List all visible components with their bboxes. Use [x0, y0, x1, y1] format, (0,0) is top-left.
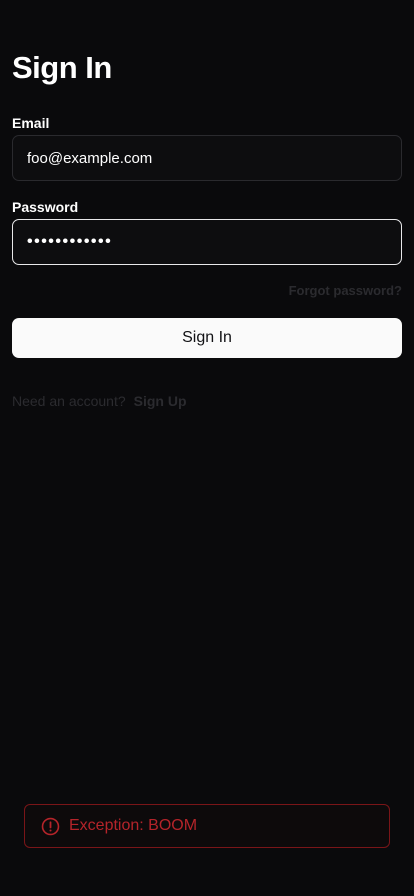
sign-in-button[interactable]: Sign In — [12, 318, 402, 358]
error-message: Exception: BOOM — [69, 817, 198, 834]
alert-circle-icon — [41, 817, 60, 836]
need-account-text: Need an account? — [12, 393, 126, 409]
password-label: Password — [12, 199, 79, 215]
error-toast: Exception: BOOM — [24, 804, 390, 848]
password-field[interactable]: •••••••••••• — [12, 219, 402, 265]
email-field[interactable]: foo@example.com — [12, 135, 402, 181]
password-value: •••••••••••• — [27, 233, 113, 250]
signup-prompt-row: Need an account? Sign Up — [12, 392, 187, 410]
email-value: foo@example.com — [27, 149, 153, 167]
email-label: Email — [12, 115, 50, 131]
forgot-password-link[interactable]: Forgot password? — [289, 283, 402, 299]
page-title: Sign In — [12, 50, 112, 85]
sign-up-link[interactable]: Sign Up — [134, 392, 187, 410]
